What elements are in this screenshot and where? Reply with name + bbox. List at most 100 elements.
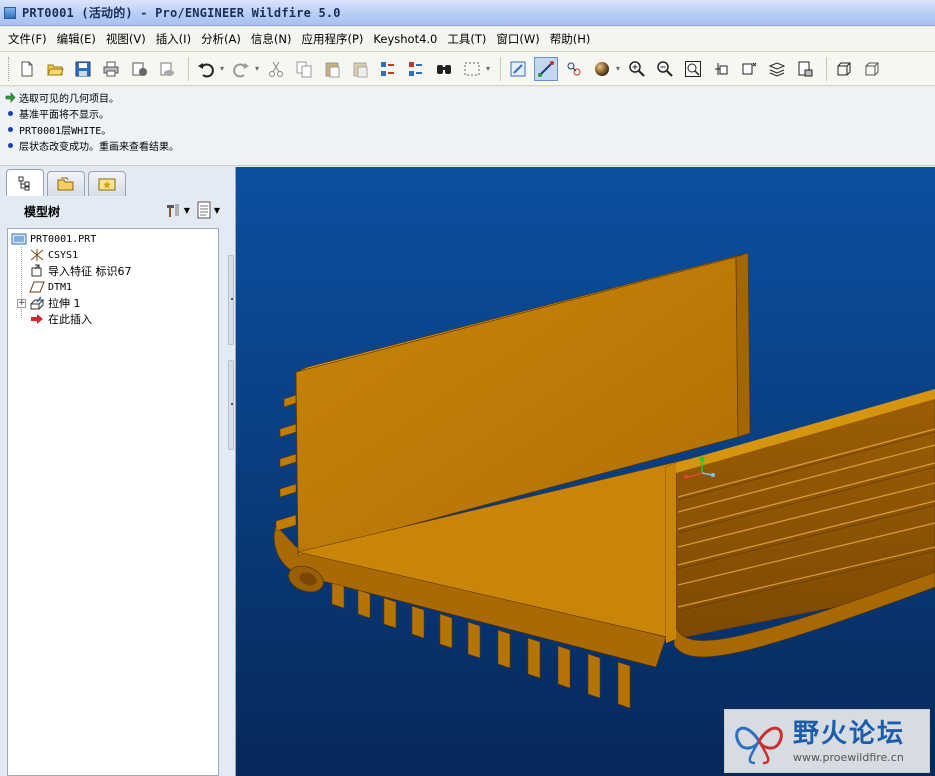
message-line: PRT0001层WHITE。 [4, 121, 935, 137]
orient-icon[interactable] [534, 56, 558, 81]
graphics-window[interactable] [236, 167, 935, 776]
app-window: PRT0001 (活动的) - Pro/ENGINEER Wildfire 5.… [0, 0, 935, 776]
message-text: 选取可见的几何项目。 [19, 93, 119, 105]
tree-settings-button[interactable]: ▼ [164, 201, 190, 219]
menu-tools[interactable]: 工具(T) [442, 29, 491, 49]
saved-views-icon[interactable] [562, 57, 586, 81]
view-manager-icon[interactable] [793, 57, 817, 81]
undo-dropdown-icon[interactable]: ▾ [218, 64, 226, 73]
message-text: PRT0001层WHITE。 [19, 125, 112, 137]
select-dropdown-icon[interactable]: ▾ [484, 64, 492, 73]
message-text: 层状态改变成功。重画来查看结果。 [19, 141, 179, 153]
menu-file[interactable]: 文件(F) [3, 29, 52, 49]
forum-watermark: 野火论坛 www.proewildfire.cn [724, 709, 930, 773]
model-tree-tools: ▼ ▼ [158, 201, 220, 219]
butterfly-logo-icon [735, 726, 783, 765]
menu-applications[interactable]: 应用程序(P) [296, 29, 368, 49]
menu-view[interactable]: 视图(V) [101, 29, 151, 49]
message-line: 基准平面将不显示。 [4, 105, 935, 121]
menu-analysis[interactable]: 分析(A) [196, 29, 246, 49]
tree-item-extrude[interactable]: + 拉伸 1 [8, 295, 218, 311]
menu-window[interactable]: 窗口(W) [491, 29, 544, 49]
message-line: 选取可见的几何项目。 [4, 89, 935, 105]
toolbar-separator [500, 56, 501, 81]
layers-icon[interactable] [765, 57, 789, 81]
redo-dropdown-icon[interactable]: ▾ [253, 64, 261, 73]
splitter-handle[interactable] [228, 360, 234, 450]
tree-show-button[interactable]: ▼ [196, 201, 220, 219]
toolbar-separator [188, 56, 189, 81]
tab-folder-browser[interactable] [47, 171, 85, 196]
hidden-line-icon[interactable] [860, 57, 884, 81]
paste-icon[interactable] [320, 57, 344, 81]
new-icon[interactable] [15, 57, 39, 81]
tree-item-csys[interactable]: CSYS1 [8, 247, 218, 263]
repaint-icon[interactable] [506, 57, 530, 81]
folder-browser-icon [57, 177, 74, 191]
message-line: 层状态改变成功。重画来查看结果。 [4, 137, 935, 153]
insert-here-icon [29, 312, 45, 326]
open-icon[interactable] [43, 57, 67, 81]
message-area: 选取可见的几何项目。 基准平面将不显示。 PRT0001层WHITE。 层状态改… [0, 87, 935, 166]
chevron-down-icon: ▼ [213, 205, 220, 215]
regenerate-icon[interactable] [376, 57, 400, 81]
tools-hammer-icon [166, 204, 179, 217]
named-views-icon[interactable] [737, 57, 761, 81]
tree-item-insert-here[interactable]: 在此插入 [8, 311, 218, 327]
wireframe-icon[interactable] [832, 57, 856, 81]
main-toolbar: ▾ ▾ ▾ ▾ [0, 52, 935, 86]
message-text: 基准平面将不显示。 [19, 109, 109, 121]
tree-item-label: 拉伸 1 [48, 297, 81, 310]
window-icon [4, 6, 16, 19]
redo-icon[interactable] [229, 57, 253, 81]
reorient-icon[interactable] [709, 57, 733, 81]
cut-icon[interactable] [264, 57, 288, 81]
navigator-tabs [6, 169, 129, 196]
tree-item-label: PRT0001.PRT [30, 233, 97, 245]
panel-splitter[interactable] [228, 255, 235, 615]
left-fins [275, 394, 297, 532]
tree-item-part[interactable]: PRT0001.PRT [8, 231, 218, 247]
zoom-in-icon[interactable] [625, 57, 649, 81]
tab-favorites[interactable] [88, 171, 126, 196]
paste-special-icon[interactable] [348, 57, 372, 81]
tree-item-datum-plane[interactable]: DTM1 [8, 279, 218, 295]
favorites-icon [98, 178, 116, 191]
splitter-handle[interactable] [228, 255, 234, 345]
select-box-icon[interactable] [460, 57, 484, 81]
chevron-down-icon: ▼ [183, 205, 190, 215]
undo-icon[interactable] [194, 57, 218, 81]
regen-manager-icon[interactable] [404, 57, 428, 81]
find-icon[interactable] [432, 57, 456, 81]
menu-info[interactable]: 信息(N) [246, 29, 297, 49]
menu-edit[interactable]: 编辑(E) [52, 29, 101, 49]
appearance-dropdown-icon[interactable]: ▾ [614, 64, 622, 73]
zoom-out-icon[interactable] [653, 57, 677, 81]
send-icon[interactable] [127, 57, 151, 81]
menu-help[interactable]: 帮助(H) [545, 29, 596, 49]
extrude-icon [29, 296, 45, 310]
tree-expander[interactable]: + [17, 298, 26, 308]
tab-model-tree[interactable] [6, 169, 44, 196]
copy-icon[interactable] [292, 57, 316, 81]
toolbar-grip[interactable] [8, 56, 11, 81]
menu-keyshot[interactable]: Keyshot4.0 [368, 29, 442, 49]
appearance-icon[interactable] [590, 57, 614, 81]
model-tree-header: 模型树 ▼ ▼ [0, 197, 230, 225]
arrow-icon [4, 91, 16, 103]
tree-item-import-feature[interactable]: 导入特征 标识67 [8, 263, 218, 279]
csys-icon [29, 248, 45, 262]
refit-icon[interactable] [681, 57, 705, 81]
title-bar[interactable]: PRT0001 (活动的) - Pro/ENGINEER Wildfire 5.… [0, 0, 935, 26]
datum-plane-icon [29, 280, 45, 294]
tree-item-label: CSYS1 [48, 249, 79, 261]
model-tree[interactable]: PRT0001.PRT CSYS1 导入特征 标识67 DTM1 + 拉伸 1 [7, 228, 219, 776]
menu-insert[interactable]: 插入(I) [151, 29, 196, 49]
toolbar-separator [826, 56, 827, 81]
window-title: PRT0001 (活动的) - Pro/ENGINEER Wildfire 5.… [22, 6, 341, 20]
mail-icon[interactable] [155, 57, 179, 81]
watermark-url: www.proewildfire.cn [793, 750, 904, 764]
watermark-title: 野火论坛 [793, 718, 906, 749]
save-icon[interactable] [71, 57, 95, 81]
print-icon[interactable] [99, 57, 123, 81]
